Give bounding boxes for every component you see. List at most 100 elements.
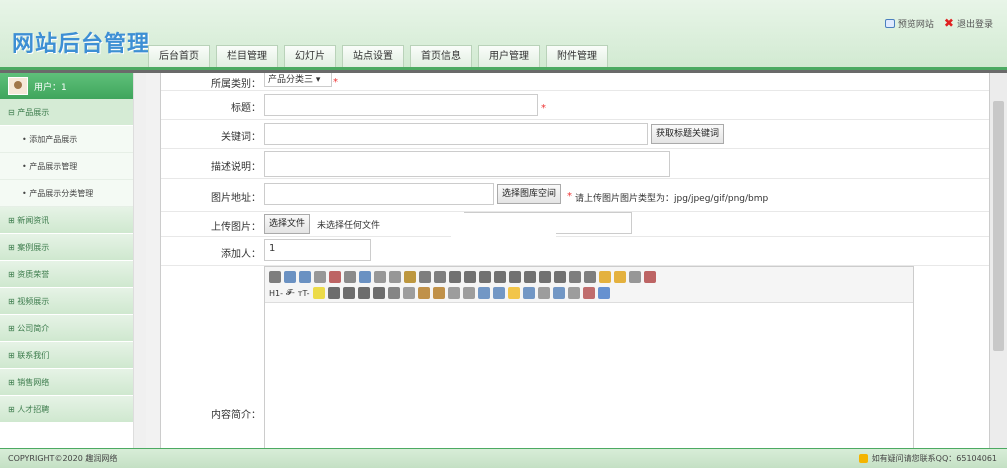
header: 网站后台管理 后台首页 栏目管理 幻灯片 站点设置 首页信息 用户管理 附件管理… bbox=[0, 0, 1007, 70]
toolbar-icon[interactable] bbox=[447, 287, 460, 299]
close-icon: ✖ bbox=[943, 16, 954, 30]
required-mark: * bbox=[541, 103, 546, 114]
font-size-button[interactable]: тT- bbox=[298, 289, 310, 298]
toolbar-icon[interactable] bbox=[314, 271, 326, 283]
title-input[interactable] bbox=[264, 94, 538, 116]
toolbar-icon[interactable] bbox=[494, 271, 506, 283]
toolbar-icon[interactable] bbox=[567, 287, 580, 299]
choose-gallery-button[interactable]: 选择图库空间 bbox=[497, 184, 562, 204]
toolbar-icon[interactable] bbox=[522, 287, 535, 299]
tab-users[interactable]: 用户管理 bbox=[478, 45, 540, 67]
sidebar-group-news[interactable]: ⊞ 新闻资讯 bbox=[0, 207, 145, 234]
preview-link[interactable]: 预览网站 bbox=[884, 16, 934, 30]
toolbar-icon[interactable] bbox=[554, 271, 566, 283]
toolbar-icon[interactable] bbox=[597, 287, 610, 299]
image-url-label: 图片地址： bbox=[211, 193, 261, 204]
heading-button[interactable]: H1- bbox=[269, 289, 283, 298]
tab-site-settings[interactable]: 站点设置 bbox=[342, 45, 404, 67]
toolbar-icon[interactable] bbox=[462, 287, 475, 299]
toolbar-icon[interactable] bbox=[492, 287, 505, 299]
tab-home-info[interactable]: 首页信息 bbox=[410, 45, 472, 67]
toolbar-icon[interactable] bbox=[552, 287, 565, 299]
sidebar-group-contact[interactable]: ⊞ 联系我们 bbox=[0, 342, 145, 369]
toolbar-icon[interactable] bbox=[537, 287, 550, 299]
title-label: 标题： bbox=[231, 103, 261, 114]
toolbar-icon[interactable] bbox=[524, 271, 536, 283]
row-keywords: 关键词： 获取标题关键词 bbox=[161, 120, 989, 149]
toolbar-icon[interactable] bbox=[614, 271, 626, 283]
toolbar-icon[interactable] bbox=[417, 287, 430, 299]
toolbar-icon[interactable] bbox=[477, 287, 490, 299]
sidebar-group-about[interactable]: ⊞ 公司简介 bbox=[0, 315, 145, 342]
toolbar-icon[interactable] bbox=[432, 287, 445, 299]
upload-label: 上传图片： bbox=[211, 222, 261, 233]
toolbar-icon[interactable] bbox=[404, 271, 416, 283]
content-scrollbar[interactable] bbox=[989, 73, 1007, 448]
toolbar-icon[interactable] bbox=[327, 287, 340, 299]
choose-file-button[interactable]: 选择文件 bbox=[264, 214, 311, 234]
toolbar-icon[interactable] bbox=[344, 271, 356, 283]
toolbar-icon[interactable] bbox=[402, 287, 415, 299]
avatar bbox=[8, 77, 28, 95]
tab-columns[interactable]: 栏目管理 bbox=[216, 45, 278, 67]
image-type-hint: 请上传图片图片类型为：jpg/jpeg/gif/png/bmp bbox=[575, 194, 769, 204]
toolbar-icon[interactable] bbox=[387, 287, 400, 299]
sidebar-scrollbar[interactable] bbox=[133, 73, 146, 448]
qq-contact: 如有疑问请您联系QQ：65104061 bbox=[858, 449, 997, 468]
toolbar-icon[interactable] bbox=[359, 271, 371, 283]
sidebar-item-manage-products[interactable]: • 产品展示管理 bbox=[0, 153, 145, 180]
row-title: 标题： * bbox=[161, 91, 989, 120]
toolbar-icon[interactable] bbox=[374, 271, 386, 283]
sidebar-group-jobs[interactable]: ⊞ 人才招聘 bbox=[0, 396, 145, 423]
toolbar-icon[interactable] bbox=[299, 271, 311, 283]
toolbar-icon[interactable] bbox=[584, 271, 596, 283]
sidebar-group-sales[interactable]: ⊞ 销售网络 bbox=[0, 369, 145, 396]
editor-body[interactable] bbox=[265, 303, 913, 448]
toolbar-icon[interactable] bbox=[357, 287, 370, 299]
qq-icon bbox=[858, 454, 868, 463]
toolbar-icon[interactable] bbox=[389, 271, 401, 283]
tab-slides[interactable]: 幻灯片 bbox=[284, 45, 336, 67]
content-label: 内容简介： bbox=[211, 410, 261, 421]
toolbar-icon[interactable] bbox=[434, 271, 446, 283]
author-input[interactable]: 1 bbox=[264, 239, 371, 261]
get-keywords-button[interactable]: 获取标题关键词 bbox=[651, 124, 725, 144]
sidebar-group-videos[interactable]: ⊞ 视频展示 bbox=[0, 288, 145, 315]
toolbar-icon[interactable] bbox=[644, 271, 656, 283]
keywords-input[interactable] bbox=[264, 123, 648, 145]
sidebar-item-manage-categories[interactable]: • 产品展示分类管理 bbox=[0, 180, 145, 207]
sidebar-group-cases[interactable]: ⊞ 案例展示 bbox=[0, 234, 145, 261]
logout-link[interactable]: ✖ 退出登录 bbox=[944, 16, 993, 30]
tab-attachments[interactable]: 附件管理 bbox=[546, 45, 608, 67]
toolbar-icon[interactable] bbox=[539, 271, 551, 283]
toolbar-icon[interactable] bbox=[479, 271, 491, 283]
image-url-input[interactable] bbox=[264, 183, 494, 205]
sidebar-item-add-product[interactable]: • 添加产品展示 bbox=[0, 126, 145, 153]
category-label: 所属类别： bbox=[211, 79, 261, 90]
toolbar-icon[interactable] bbox=[269, 271, 281, 283]
toolbar-icon[interactable] bbox=[342, 287, 355, 299]
toolbar-icon[interactable] bbox=[569, 271, 581, 283]
toolbar-icon[interactable] bbox=[507, 287, 520, 299]
scrollbar-thumb[interactable] bbox=[993, 101, 1004, 351]
toolbar-icon[interactable] bbox=[284, 271, 296, 283]
toolbar-icon[interactable] bbox=[509, 271, 521, 283]
toolbar-icon[interactable] bbox=[372, 287, 385, 299]
toolbar-icon[interactable] bbox=[329, 271, 341, 283]
toolbar-icon[interactable] bbox=[582, 287, 595, 299]
sidebar-group-honors[interactable]: ⊞ 资质荣誉 bbox=[0, 261, 145, 288]
toolbar-icon[interactable] bbox=[464, 271, 476, 283]
toolbar-icon[interactable] bbox=[312, 287, 325, 299]
toolbar-icon[interactable] bbox=[419, 271, 431, 283]
toolbar-icon[interactable] bbox=[629, 271, 641, 283]
tab-home[interactable]: 后台首页 bbox=[148, 45, 210, 67]
app-window: 网站后台管理 后台首页 栏目管理 幻灯片 站点设置 首页信息 用户管理 附件管理… bbox=[0, 0, 1007, 468]
description-textarea[interactable] bbox=[264, 151, 670, 177]
toolbar-icon[interactable] bbox=[449, 271, 461, 283]
category-select[interactable]: 产品分类三 ▾ bbox=[264, 73, 332, 87]
sidebar-group-products[interactable]: ⊟ 产品展示 bbox=[0, 99, 145, 126]
rich-text-editor[interactable]: H1- 𝓕- тT- bbox=[264, 266, 914, 448]
font-family-button[interactable]: 𝓕- bbox=[286, 288, 295, 298]
toolbar-icon[interactable] bbox=[599, 271, 611, 283]
row-category: 所属类别： 产品分类三 ▾ * bbox=[161, 73, 989, 91]
